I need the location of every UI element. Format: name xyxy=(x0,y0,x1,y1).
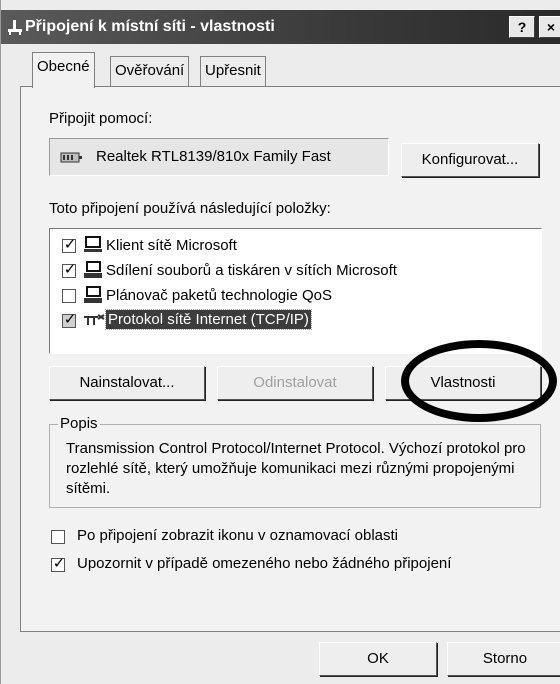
cancel-button-label: Storno xyxy=(482,650,528,667)
adapter-name: Realtek RTL8139/810x Family Fast xyxy=(96,148,331,165)
notify-checkbox[interactable]: ✓ xyxy=(51,555,65,572)
list-item-label: Protokol sítě Internet (TCP/IP) xyxy=(105,309,312,330)
notify-option[interactable]: ✓ Upozornit v případě omezeného nebo žád… xyxy=(49,554,529,576)
component-checkbox[interactable]: ✓ xyxy=(62,236,76,253)
install-button-label: Nainstalovat... xyxy=(79,374,175,391)
component-checkbox[interactable]: ✓ xyxy=(62,261,76,278)
list-item-label: Klient sítě Microsoft xyxy=(106,237,237,254)
show-icon-label: Po připojení zobrazit ikonu v oznamovací… xyxy=(77,527,399,544)
network-service-icon xyxy=(84,261,104,283)
ok-button-label: OK xyxy=(367,650,389,667)
tab-general[interactable]: Obecné xyxy=(32,52,95,88)
configure-button-label: Konfigurovat... xyxy=(421,151,519,168)
network-client-icon xyxy=(84,236,104,258)
connect-using-label: Připojit pomocí: xyxy=(49,110,153,127)
uninstall-button[interactable]: Odinstalovat xyxy=(217,366,373,400)
description-group: Popis Transmission Control Protocol/Inte… xyxy=(49,415,541,508)
cancel-button[interactable]: Storno xyxy=(447,642,560,676)
components-list[interactable]: ✓ Klient sítě Microsoft ✓ Sdílení soubor… xyxy=(49,228,542,354)
list-item-label: Plánovač paketů technologie QoS xyxy=(106,287,332,304)
show-icon-checkbox[interactable] xyxy=(51,530,65,544)
help-button[interactable]: ? xyxy=(509,16,535,38)
component-checkbox[interactable]: ✓ xyxy=(62,311,76,328)
network-protocol-icon xyxy=(84,313,106,331)
properties-button[interactable]: Vlastnosti xyxy=(385,366,541,400)
network-connection-icon xyxy=(7,19,23,35)
show-icon-option[interactable]: Po připojení zobrazit ikonu v oznamovací… xyxy=(49,526,529,548)
configure-button[interactable]: Konfigurovat... xyxy=(401,143,539,177)
component-checkbox[interactable] xyxy=(62,289,76,303)
adapter-field: Realtek RTL8139/810x Family Fast xyxy=(49,138,389,176)
properties-dialog: Připojení k místní síti - vlastnosti ? ×… xyxy=(0,0,560,684)
description-legend: Popis xyxy=(58,415,100,432)
network-service-icon xyxy=(84,286,104,308)
notify-label: Upozornit v případě omezeného nebo žádné… xyxy=(77,555,452,572)
close-button[interactable]: × xyxy=(539,16,560,38)
title-bar[interactable]: Připojení k místní síti - vlastnosti ? × xyxy=(1,10,560,44)
description-text: Transmission Control Protocol/Internet P… xyxy=(66,440,526,497)
install-button[interactable]: Nainstalovat... xyxy=(49,366,205,400)
ok-button[interactable]: OK xyxy=(319,642,437,676)
tab-advanced[interactable]: Upřesnit xyxy=(200,56,266,86)
network-adapter-icon xyxy=(60,151,82,169)
components-label: Toto připojení používá následující polož… xyxy=(49,200,331,217)
window-title: Připojení k místní síti - vlastnosti xyxy=(25,18,275,35)
uninstall-button-label: Odinstalovat xyxy=(253,374,337,391)
properties-button-label: Vlastnosti xyxy=(430,374,496,391)
tab-authentication[interactable]: Ověřování xyxy=(110,56,190,86)
list-item-label: Sdílení souborů a tiskáren v sítích Micr… xyxy=(106,262,397,279)
